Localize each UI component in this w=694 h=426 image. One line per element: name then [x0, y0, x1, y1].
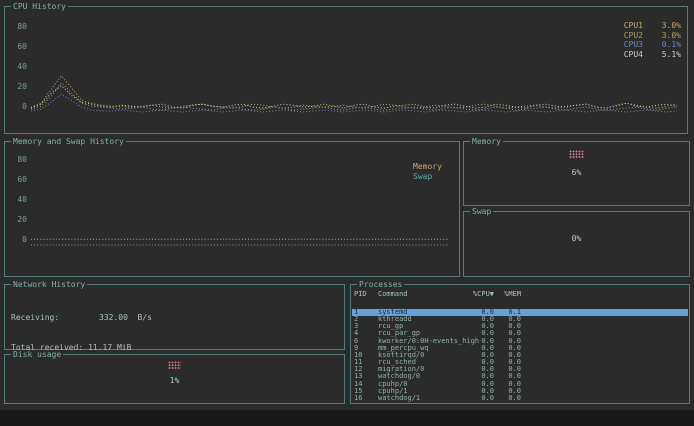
disk-gauge-dots [168, 361, 181, 369]
memory-gauge-dots [569, 150, 584, 159]
cpu-legend-label: CPU2 [624, 31, 643, 41]
memory-gauge-panel: Memory 6% [463, 141, 690, 206]
processes-panel: Processes PID Command %CPU▼ %MEM 1system… [350, 284, 690, 404]
cpu-legend-label: CPU4 [624, 50, 643, 60]
cpu-legend-item: CPU4 5.1% [624, 50, 681, 60]
process-row[interactable]: 16watchdog/10.00.0 [352, 395, 688, 402]
receiving-label: Receiving: [11, 313, 99, 323]
process-mem-cell: 0.0 [494, 395, 521, 402]
cpu-legend-label: CPU1 [624, 21, 643, 31]
y-tick: 20 [9, 216, 27, 224]
memswap-legend: Memory Swap [413, 162, 447, 181]
cpu-legend: CPU1 3.0% CPU2 3.0% CPU3 0.1% CPU4 5.1% [624, 21, 681, 59]
disk-gauge-percent: 1% [5, 376, 344, 385]
cpu-legend-value: 3.0% [655, 31, 681, 41]
command-column-header[interactable]: Command [378, 291, 472, 298]
processes-title: Processes [357, 280, 404, 289]
swap-gauge-percent: 0% [464, 234, 689, 243]
terminal-bottom-strip [0, 410, 694, 426]
process-cpu-cell: 0.0 [472, 395, 494, 402]
memory-legend-label: Memory [413, 162, 447, 172]
cpu-history-panel: CPU History 80 60 40 20 0 CPU13.0% CPU23… [4, 6, 688, 134]
y-tick: 80 [9, 23, 27, 31]
cpu-legend-value: 3.0% [655, 21, 681, 31]
network-history-panel: Network History Receiving:332.00 B/s Tot… [4, 284, 345, 350]
total-received-value: 11.17 MiB [88, 343, 131, 352]
cpu-legend-value: 0.1% [655, 40, 681, 50]
cpu-legend-item: CPU3 0.1% [624, 40, 681, 50]
memswap-y-axis: 80 60 40 20 0 [9, 156, 27, 244]
swap-legend-label: Swap [413, 172, 447, 182]
cpu-history-chart [31, 23, 679, 115]
memory-gauge: 6% [464, 150, 689, 177]
swap-gauge-panel: Swap 0% [463, 211, 690, 277]
receiving-value: 332.00 B/s [99, 313, 152, 322]
memory-swap-history-panel: Memory and Swap History 80 60 40 20 0 Me… [4, 141, 460, 277]
y-tick: 0 [9, 236, 27, 244]
memory-gauge-percent: 6% [464, 168, 689, 177]
disk-gauge: 1% [5, 361, 344, 385]
y-tick: 0 [9, 103, 27, 111]
process-pid-cell: 16 [354, 395, 378, 402]
cpu-y-axis: 80 60 40 20 0 [9, 23, 27, 111]
memory-swap-chart [31, 156, 451, 248]
cpu-legend-item: CPU2 3.0% [624, 31, 681, 41]
y-tick: 20 [9, 83, 27, 91]
memory-swap-history-title: Memory and Swap History [11, 137, 126, 146]
cpu-legend-value: 5.1% [655, 50, 681, 60]
cpu-column-header[interactable]: %CPU▼ [472, 291, 494, 298]
network-history-title: Network History [11, 280, 87, 289]
y-tick: 40 [9, 196, 27, 204]
cpu-history-title: CPU History [11, 2, 68, 11]
swap-gauge-title: Swap [470, 207, 493, 216]
y-tick: 40 [9, 63, 27, 71]
disk-usage-panel: Disk usage 1% [4, 354, 345, 404]
memory-gauge-title: Memory [470, 137, 503, 146]
process-table-header: PID Command %CPU▼ %MEM [354, 291, 687, 298]
disk-usage-title: Disk usage [11, 350, 63, 359]
y-tick: 60 [9, 176, 27, 184]
y-tick: 80 [9, 156, 27, 164]
process-rows: 1systemd0.00.12kthreadd0.00.03rcu_gp0.00… [352, 309, 688, 402]
pid-column-header[interactable]: PID [354, 291, 378, 298]
swap-gauge: 0% [464, 234, 689, 243]
cpu-legend-label: CPU3 [624, 40, 643, 50]
receiving-row: Receiving:332.00 B/s [11, 313, 344, 323]
system-monitor-screen: CPU History 80 60 40 20 0 CPU1 3.0% CPU2 3… [0, 0, 694, 426]
y-tick: 60 [9, 43, 27, 51]
cpu-legend-item: CPU1 3.0% [624, 21, 681, 31]
process-cmd-cell: watchdog/1 [378, 395, 472, 402]
mem-column-header[interactable]: %MEM [494, 291, 521, 298]
